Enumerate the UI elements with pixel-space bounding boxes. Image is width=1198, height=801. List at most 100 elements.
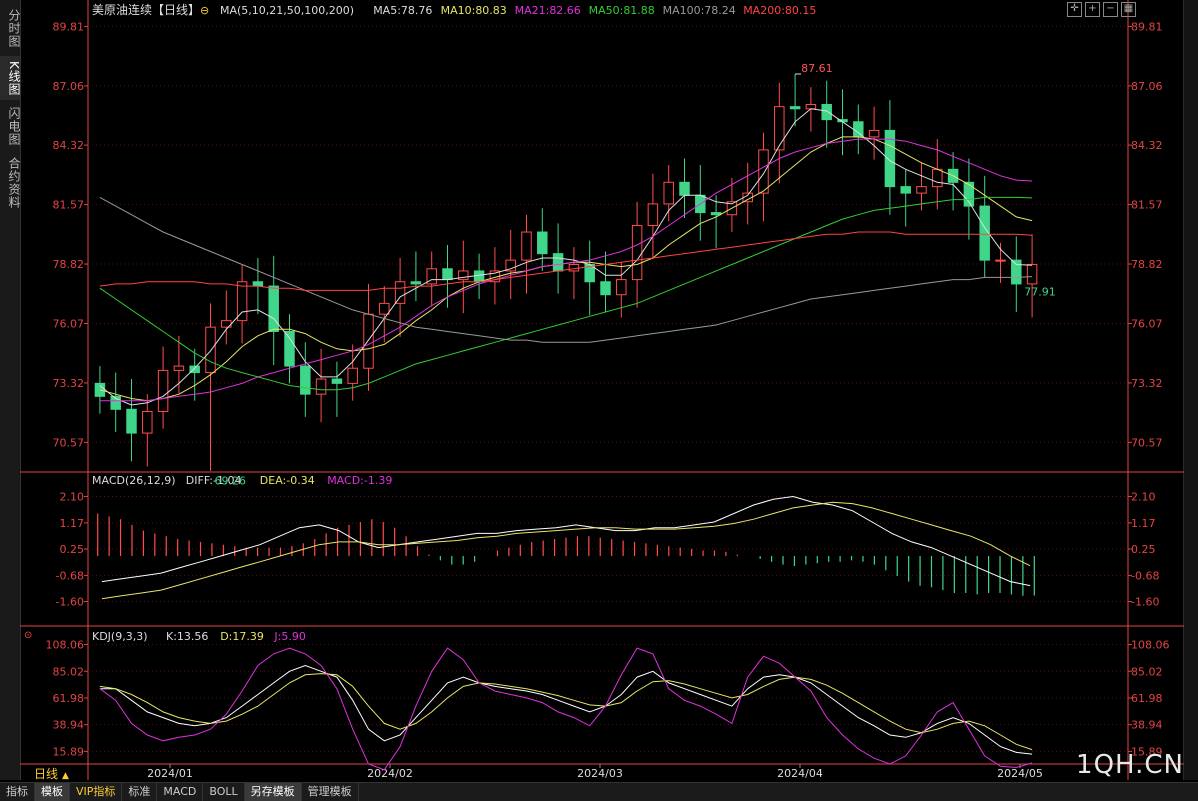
chart-title: 美原油连续【日线】 — [92, 2, 200, 17]
candle-body — [631, 225, 643, 281]
candle-body — [900, 186, 911, 194]
candle-body — [979, 205, 990, 261]
candle-body — [710, 212, 722, 216]
y-tick-label: 0.25 — [60, 543, 85, 556]
candle-body — [758, 149, 769, 194]
y-tick-label-right: 61.98 — [1131, 692, 1163, 705]
watermark: 1QH.CN — [1076, 750, 1184, 780]
candle-body — [173, 365, 185, 371]
x-tick-label: 2024/03 — [577, 767, 623, 780]
candle-body — [568, 263, 580, 272]
y-tick-label-right: -1.60 — [1131, 595, 1159, 608]
legend-item: MA10:80.83 — [441, 4, 507, 17]
zoom-in-icon[interactable]: + — [1085, 2, 1100, 17]
candle-body — [663, 181, 674, 205]
bottom-tab[interactable]: 另存模板 — [244, 783, 302, 801]
x-tick-label: 2024/02 — [367, 767, 413, 780]
period-switch-icon: ⊖ — [200, 4, 209, 17]
chart-toolbar: ✛ + − ▦ — [1067, 2, 1136, 17]
y-tick-label: 89.81 — [53, 20, 85, 33]
y-tick-label: 78.82 — [53, 258, 85, 271]
period-arrow-icon: ▲ — [62, 771, 69, 780]
candle-body — [679, 181, 690, 196]
y-tick-label-right: 2.10 — [1131, 491, 1156, 504]
y-tick-label: 2.10 — [60, 491, 85, 504]
y-tick-label: 76.07 — [53, 317, 85, 330]
candle-body — [126, 408, 137, 434]
legend-item: J:5.90 — [273, 630, 305, 643]
candle-body — [142, 410, 153, 434]
low-label: 69.26 — [215, 475, 247, 488]
candle-body — [805, 103, 817, 110]
right-scrollbar[interactable] — [1183, 0, 1198, 780]
legend-item: MACD(26,12,9) — [92, 474, 176, 487]
bottom-tab[interactable]: MACD — [157, 783, 204, 801]
bottom-tab[interactable]: 标准 — [122, 783, 158, 801]
legend-item: D:17.39 — [220, 630, 264, 643]
legend-item: DEA:-0.34 — [260, 474, 315, 487]
y-tick-label: 108.06 — [46, 639, 85, 652]
high-label: 87.61 — [801, 62, 833, 75]
candle-body — [995, 259, 1006, 262]
layout-icon[interactable]: ▦ — [1121, 2, 1136, 17]
y-tick-label: 70.57 — [53, 436, 85, 449]
crosshair-icon[interactable]: ✛ — [1067, 2, 1082, 17]
legend-item: MACD:-1.39 — [327, 474, 392, 487]
y-tick-label-right: 81.57 — [1131, 199, 1163, 212]
candle-body — [379, 302, 390, 315]
bottom-tab[interactable]: VIP指标 — [70, 783, 123, 801]
bottom-tab[interactable]: 指标 — [0, 783, 35, 801]
y-tick-label: 85.02 — [53, 665, 85, 678]
y-tick-label: 15.89 — [53, 745, 85, 758]
candle-body — [853, 121, 864, 138]
x-tick-label: 2024/05 — [997, 767, 1043, 780]
legend-item: MA(5,10,21,50,100,200) — [220, 4, 354, 17]
candle-body — [537, 231, 548, 255]
candle-body — [616, 279, 627, 296]
legend-item: MA200:80.15 — [743, 4, 816, 17]
candle-body — [442, 268, 453, 281]
candle-body — [1026, 263, 1038, 285]
y-tick-label-right: 38.94 — [1131, 719, 1163, 732]
candle-body — [916, 186, 927, 194]
bottom-tab[interactable]: 模板 — [35, 783, 70, 801]
bottom-tab[interactable]: BOLL — [203, 783, 245, 801]
y-tick-label-right: 78.82 — [1131, 258, 1163, 271]
y-tick-label: 38.94 — [53, 719, 85, 732]
kdj-settings-icon: ⊙ — [24, 630, 32, 641]
y-tick-label-right: 70.57 — [1131, 436, 1163, 449]
bottom-tab[interactable]: 管理模板 — [302, 783, 359, 801]
legend-item: MA100:78.24 — [663, 4, 736, 17]
legend-item: KDJ(9,3,3) — [92, 630, 148, 643]
legend-item: MA50:81.88 — [589, 4, 655, 17]
legend-item: MA5:78.76 — [373, 4, 432, 17]
candle-body — [331, 378, 343, 384]
y-tick-label-right: 73.32 — [1131, 377, 1163, 390]
y-tick-label: 1.17 — [60, 517, 85, 530]
zoom-out-icon[interactable]: − — [1103, 2, 1118, 17]
y-tick-label-right: 1.17 — [1131, 517, 1156, 530]
candle-body — [315, 378, 327, 395]
candle-body — [552, 253, 564, 272]
candle-body — [157, 369, 169, 412]
bottom-template-bar: 指标 模板 VIP指标 标准 MACD BOLL 另存模板 管理模板 — [0, 782, 1198, 801]
candle-body — [932, 168, 943, 188]
y-tick-label-right: 85.02 — [1131, 665, 1163, 678]
candle-body — [868, 129, 880, 138]
candle-body — [600, 281, 611, 296]
candle-body — [647, 203, 659, 227]
y-tick-label-right: 87.06 — [1131, 80, 1163, 93]
legend-item: MA21:82.66 — [515, 4, 581, 17]
y-tick-label-right: 0.25 — [1131, 543, 1156, 556]
y-tick-label-right: 76.07 — [1131, 317, 1163, 330]
kdj-line-d — [99, 673, 1033, 751]
candle-body — [205, 326, 216, 374]
candle-body — [347, 367, 358, 384]
y-tick-label: 61.98 — [53, 692, 85, 705]
candle-body — [236, 281, 248, 322]
y-tick-label: 84.32 — [53, 139, 85, 152]
candle-body — [394, 281, 406, 304]
stock-chart: 89.81 89.81 87.06 87.06 84.32 84.32 81.57 81.57… — [20, 0, 1184, 780]
candle-body — [252, 281, 264, 287]
candle-body — [473, 270, 485, 283]
